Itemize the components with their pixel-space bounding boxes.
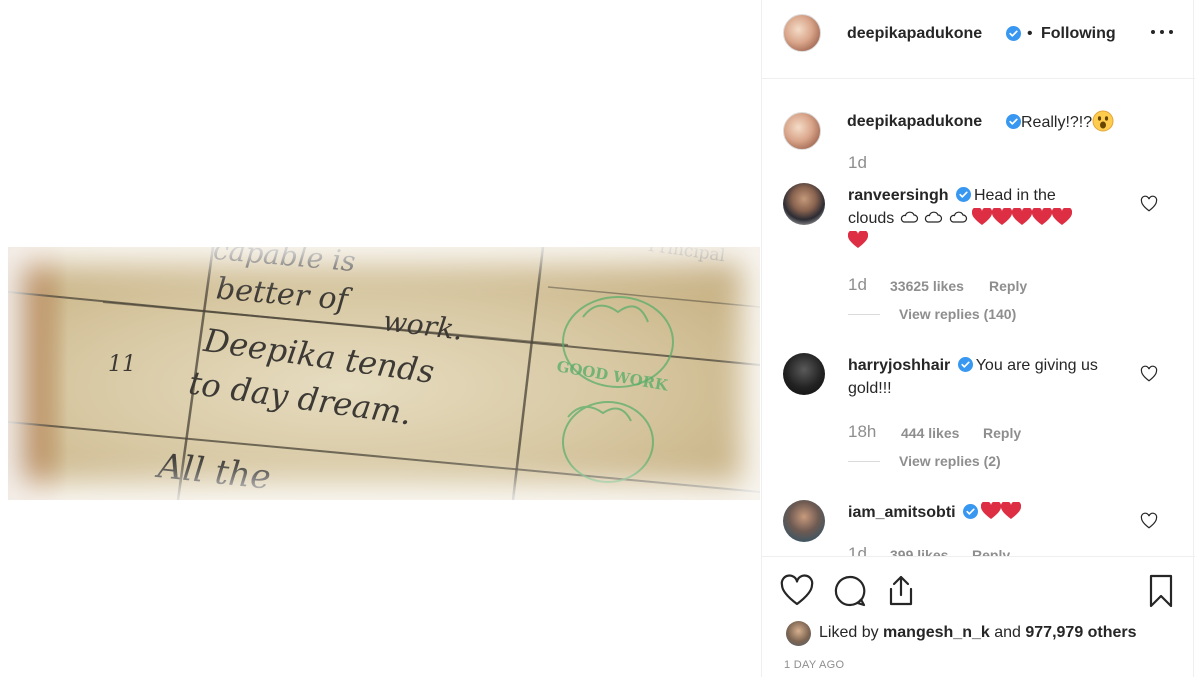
comment-username[interactable]: harryjoshhair xyxy=(848,357,950,374)
more-options-icon[interactable] xyxy=(1142,20,1182,44)
post-photo-report-card[interactable]: capable is better of work. Deepika tends… xyxy=(8,247,760,500)
handwriting-line-5: to day dream. xyxy=(186,363,414,433)
comment-avatar-harryjoshhair[interactable] xyxy=(783,353,825,395)
replies-divider-line xyxy=(848,314,880,315)
view-replies-button[interactable]: View replies (140) xyxy=(899,306,1016,322)
post-media-area: capable is better of work. Deepika tends… xyxy=(0,0,760,677)
red-heart-emoji-icon xyxy=(972,208,993,225)
handwriting-line-3: work. xyxy=(381,304,465,347)
handwriting-line-2: better of xyxy=(214,271,350,318)
like-comment-heart-icon[interactable] xyxy=(1140,195,1158,213)
comment-time[interactable]: 1d xyxy=(848,544,867,556)
replies-divider-line xyxy=(848,461,880,462)
verified-badge-icon xyxy=(957,357,973,372)
like-comment-heart-icon[interactable] xyxy=(1140,365,1158,383)
comment-body-harryjoshhair: harryjoshhair You are giving us gold!!! xyxy=(848,354,1123,400)
view-replies-button[interactable]: View replies (2) xyxy=(899,453,1001,469)
comment-like-count[interactable]: 399 likes xyxy=(890,547,948,556)
astonished-face-emoji-icon xyxy=(1092,110,1114,132)
handwriting-line-4: Deepika tends xyxy=(201,321,437,391)
handwriting-line-6: All the xyxy=(156,446,273,498)
report-card-lines xyxy=(8,247,760,500)
red-heart-emoji-icon xyxy=(992,208,1013,225)
comment-like-count[interactable]: 33625 likes xyxy=(890,278,964,294)
post-timestamp[interactable]: 1 DAY AGO xyxy=(784,659,844,671)
red-heart-emoji-icon xyxy=(1001,502,1022,519)
printed-header-text: Principal xyxy=(646,247,727,267)
comments-list[interactable]: deepikapadukone Really!?!? 1d ranveersin… xyxy=(762,80,1195,556)
comment-time[interactable]: 18h xyxy=(848,422,876,442)
following-button[interactable]: Following xyxy=(1041,25,1116,43)
liked-by-and: and xyxy=(994,624,1021,641)
red-heart-emoji-icon xyxy=(1052,208,1073,225)
comment-reply-button[interactable]: Reply xyxy=(989,278,1027,294)
comment-text-line-1: You are giving us xyxy=(975,357,1098,374)
comment-like-count[interactable]: 444 likes xyxy=(901,425,959,441)
like-comment-heart-icon[interactable] xyxy=(1140,512,1158,530)
caption-text: Really!?!? xyxy=(1021,114,1093,131)
comment-reply-button[interactable]: Reply xyxy=(983,425,1021,441)
liked-by-others-count[interactable]: 977,979 others xyxy=(1025,624,1136,641)
caption-age: 1d xyxy=(848,153,867,172)
heart-outline-icon[interactable] xyxy=(779,573,815,609)
comment-text-line-1: Head in the xyxy=(973,187,1056,204)
bookmark-icon[interactable] xyxy=(1143,573,1179,609)
share-icon[interactable] xyxy=(883,573,919,609)
cloud-emoji-icon xyxy=(900,211,918,223)
liked-by-summary[interactable]: Liked by mangesh_n_k and 977,979 others xyxy=(819,624,1137,642)
liked-by-prefix: Liked by xyxy=(819,624,879,641)
liked-by-user[interactable]: mangesh_n_k xyxy=(883,624,990,641)
caption-author-avatar[interactable] xyxy=(783,112,821,150)
verified-badge-icon xyxy=(1006,114,1021,129)
comment-time[interactable]: 1d xyxy=(848,275,867,295)
comment-bubble-icon[interactable] xyxy=(832,573,868,609)
comment-avatar-iam-amitsobti[interactable] xyxy=(783,500,825,542)
author-avatar[interactable] xyxy=(783,14,821,52)
post-side-panel: deepikapadukone • Following deepikapaduk… xyxy=(761,0,1195,677)
handwriting-row-number: 11 xyxy=(108,352,136,377)
red-heart-emoji-icon xyxy=(1032,208,1053,225)
post-header: deepikapadukone • Following xyxy=(762,0,1195,79)
verified-badge-icon xyxy=(955,187,971,202)
cloud-emoji-icon xyxy=(924,211,943,223)
handwriting-line-1: capable is xyxy=(211,247,357,279)
comment-body-iam-amitsobti: iam_amitsobti xyxy=(848,501,1123,524)
comment-reply-button[interactable]: Reply xyxy=(972,547,1010,556)
comment-username[interactable]: iam_amitsobti xyxy=(848,504,956,521)
caption-text-row: Really!?!? xyxy=(1021,110,1114,134)
comment-text-line-2: clouds xyxy=(848,210,895,227)
red-heart-emoji-icon xyxy=(848,231,868,248)
author-username[interactable]: deepikapadukone xyxy=(847,25,982,43)
stamp-text: GOOD WORK xyxy=(555,357,670,395)
header-separator: • xyxy=(1027,25,1033,42)
comment-text-line-2: gold!!! xyxy=(848,380,892,397)
comment-username[interactable]: ranveersingh xyxy=(848,187,948,204)
comment-avatar-ranveersingh[interactable] xyxy=(783,183,825,225)
verified-badge-icon xyxy=(963,504,979,519)
caption-author-username[interactable]: deepikapadukone xyxy=(847,113,982,131)
cloud-emoji-icon xyxy=(949,211,967,223)
verified-badge-icon xyxy=(1006,26,1021,41)
liker-avatar[interactable] xyxy=(786,621,811,646)
comment-body-ranveersingh: ranveersingh Head in the clouds xyxy=(848,184,1113,253)
red-heart-emoji-icon xyxy=(1012,208,1033,225)
red-heart-emoji-icon xyxy=(981,502,1002,519)
